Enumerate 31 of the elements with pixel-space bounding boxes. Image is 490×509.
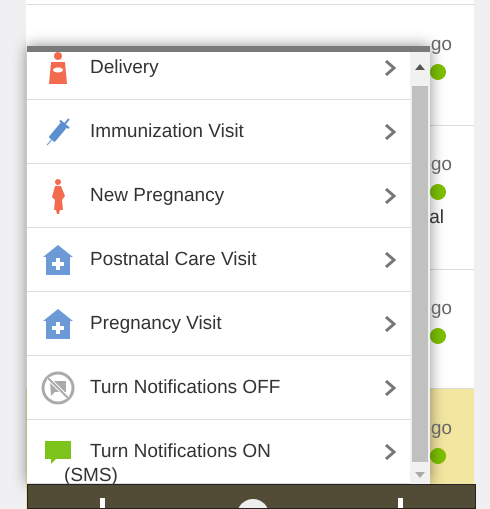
row-detail: al (429, 207, 444, 229)
chevron-icon (384, 316, 396, 332)
time-ago: go (430, 298, 452, 320)
menu-item-label: New Pregnancy (90, 184, 226, 206)
scroll-up-icon[interactable] (415, 64, 425, 70)
menu-item-label: Immunization Visit (90, 120, 245, 142)
menu-item-label: Postnatal Care Visit (90, 248, 258, 270)
scroll-down-icon[interactable] (415, 472, 425, 478)
time-ago: go (430, 418, 452, 440)
chevron-icon (384, 380, 396, 396)
menu-item[interactable]: New Pregnancy (27, 164, 410, 228)
scrollbar[interactable] (410, 52, 430, 484)
chevron-icon (384, 444, 396, 460)
chevron-icon (384, 60, 396, 76)
time-ago: go (430, 154, 452, 176)
menu-item[interactable]: Pregnancy Visit (27, 292, 410, 356)
menu-item-label: Pregnancy Visit (90, 312, 223, 334)
time-ago: go (430, 34, 452, 56)
menu-item-label: Delivery (90, 56, 160, 78)
chevron-icon (384, 124, 396, 140)
menu-item-label: Turn Notifications OFF (90, 376, 282, 398)
chevron-icon (384, 252, 396, 268)
row-detail: (SMS) (64, 465, 118, 487)
scroll-thumb[interactable] (412, 86, 428, 462)
chevron-icon (384, 188, 396, 204)
menu-item[interactable]: Turn Notifications OFF (27, 356, 410, 420)
menu-item[interactable]: Postnatal Care Visit (27, 228, 410, 292)
no-message-icon (40, 370, 76, 406)
menu-item[interactable]: Delivery (27, 52, 410, 100)
menu-item[interactable]: Immunization Visit (27, 100, 410, 164)
menu-item-label: Turn Notifications ON (90, 440, 272, 462)
